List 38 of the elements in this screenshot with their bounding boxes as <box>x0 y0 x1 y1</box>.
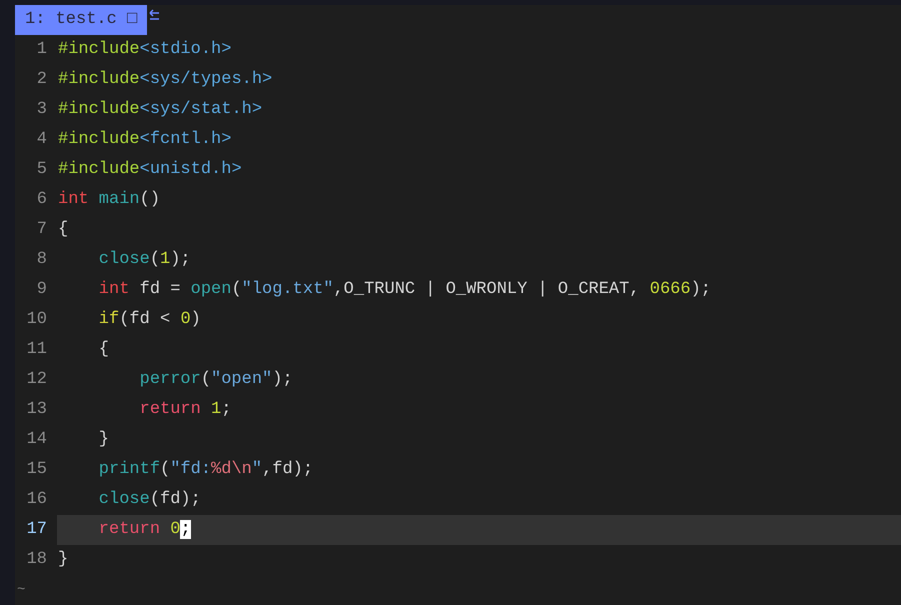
code-line: #include<unistd.h> <box>57 159 243 181</box>
code-line: printf("fd:%d\n",fd); <box>98 459 314 481</box>
code-line: } <box>57 549 70 571</box>
code-line: int fd = open("log.txt",O_TRUNC | O_WRONLY | O_CREAT, 0666); <box>98 279 712 301</box>
line-number: 16 <box>26 489 47 511</box>
line-number: 2 <box>36 69 47 91</box>
code-line: #include<sys/types.h> <box>57 69 274 91</box>
line-number: 13 <box>26 399 47 421</box>
line-number: 12 <box>26 369 47 391</box>
code-line: return 1; <box>138 399 232 421</box>
code-line: int main() <box>57 189 162 211</box>
code-line: if(fd < 0) <box>98 309 202 331</box>
line-number: 11 <box>26 339 47 361</box>
line-number: 8 <box>36 249 47 271</box>
line-number: 10 <box>26 309 47 331</box>
code-line: #include<stdio.h> <box>57 39 232 61</box>
line-number: 1 <box>36 39 47 61</box>
line-number: 7 <box>36 219 47 241</box>
code-line: close(fd); <box>98 489 202 511</box>
line-number: 4 <box>36 129 47 151</box>
empty-line-marker: ~ <box>16 581 26 600</box>
line-number: 9 <box>36 279 47 301</box>
code-line: perror("open"); <box>138 369 294 391</box>
line-number: 5 <box>36 159 47 181</box>
code-line: #include<fcntl.h> <box>57 129 232 151</box>
code-line: { <box>57 219 70 241</box>
line-number: 18 <box>26 549 47 571</box>
line-number: 14 <box>26 429 47 451</box>
code-line: { <box>98 339 110 361</box>
buffer-tab[interactable]: 1: test.c □ <box>15 5 148 35</box>
line-number: 15 <box>26 459 47 481</box>
line-number: 3 <box>36 99 47 121</box>
return-arrow-icon <box>149 9 160 20</box>
code-line: } <box>98 429 110 451</box>
line-number: 17 <box>26 519 47 541</box>
line-number: 6 <box>36 189 47 211</box>
code-line: close(1); <box>98 249 192 271</box>
code-line: #include<sys/stat.h> <box>57 99 264 121</box>
